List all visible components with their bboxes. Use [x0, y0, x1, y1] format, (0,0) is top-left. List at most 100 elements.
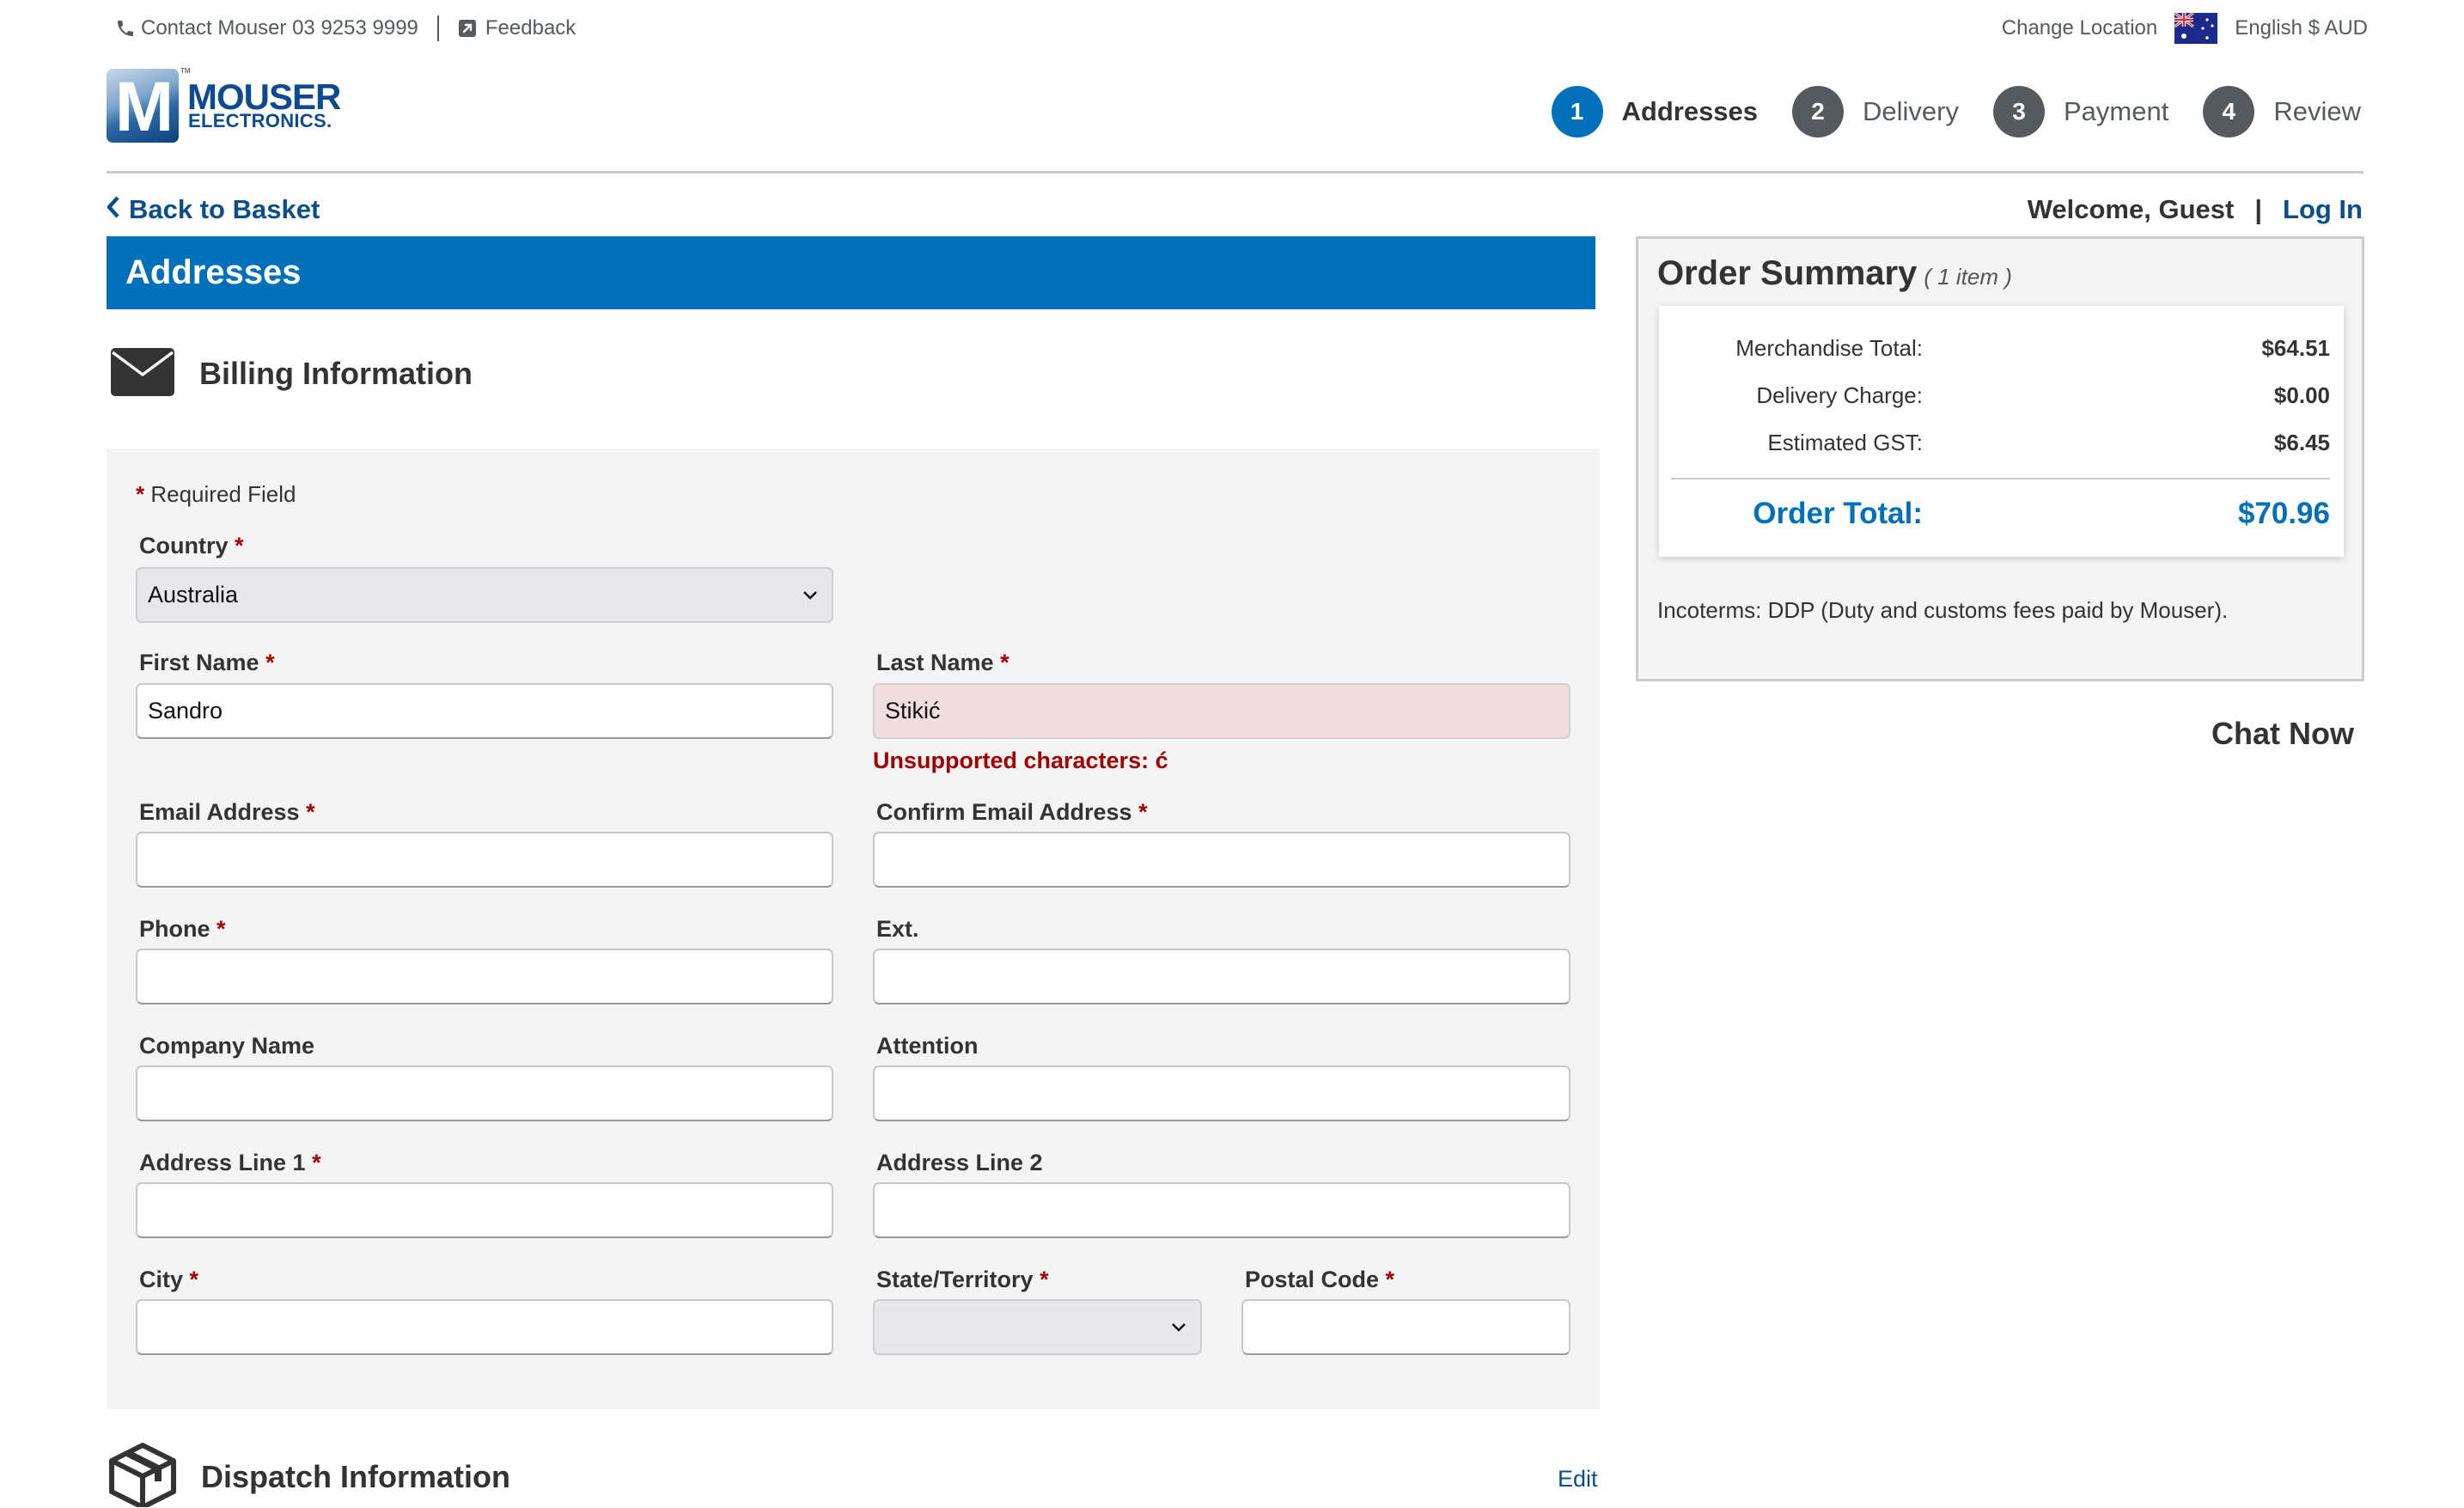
- summary-row-label: Merchandise Total:: [1735, 335, 1923, 361]
- logo-trademark: TM: [180, 67, 191, 75]
- welcome-area: Welcome, Guest | Log In: [2028, 194, 2363, 225]
- country-select[interactable]: Australia: [136, 567, 833, 623]
- postal-code-label: Postal Code *: [1245, 1267, 1394, 1293]
- billing-section-header: Billing Information: [110, 347, 473, 401]
- address-line-1-input[interactable]: [136, 1182, 833, 1238]
- required-marker: *: [1000, 650, 1009, 675]
- step-addresses: 1 Addresses: [1551, 86, 1759, 137]
- log-in-link[interactable]: Log In: [2283, 194, 2363, 225]
- logo-letter: M: [114, 69, 174, 143]
- order-total-value: $70.96: [2237, 497, 2330, 530]
- required-marker: *: [1385, 1267, 1395, 1292]
- summary-row-label: Estimated GST:: [1767, 430, 1923, 455]
- page-title-bar: Addresses: [107, 236, 1595, 309]
- change-location-link[interactable]: Change Location: [2002, 16, 2157, 40]
- required-marker: *: [217, 916, 226, 942]
- step-label: Payment: [2064, 96, 2169, 126]
- step-label: Delivery: [1863, 96, 1959, 126]
- order-summary-panel: Order Summary( 1 item ) Merchandise Tota…: [1636, 236, 2364, 681]
- required-marker: *: [136, 481, 145, 507]
- chevron-down-icon: [1169, 1318, 1188, 1337]
- step-number: 2: [1792, 86, 1845, 137]
- step-number: 3: [1993, 86, 2045, 137]
- utility-bar-left: Contact Mouser 03 9253 9999 Feedback: [115, 15, 576, 41]
- summary-row-label: Delivery Charge:: [1756, 382, 1923, 408]
- billing-title: Billing Information: [199, 356, 473, 391]
- summary-row-value: $0.00: [2273, 382, 2330, 408]
- confirm-email-input[interactable]: [873, 832, 1570, 888]
- step-delivery: 2 Delivery: [1792, 86, 1959, 137]
- step-label: Addresses: [1621, 96, 1759, 126]
- dispatch-section-header: Dispatch Information: [108, 1442, 511, 1508]
- country-label: Country *: [139, 533, 244, 559]
- step-number: 1: [1551, 86, 1603, 137]
- contact-mouser-link[interactable]: Contact Mouser 03 9253 9999: [141, 16, 418, 40]
- step-review: 4 Review: [2203, 86, 2361, 137]
- required-field-note: * Required Field: [136, 481, 296, 508]
- phone-label: Phone *: [139, 916, 226, 943]
- required-marker: *: [306, 799, 315, 825]
- label-text: City: [139, 1267, 184, 1292]
- step-payment: 3 Payment: [1993, 86, 2168, 137]
- summary-row-value: $64.51: [2261, 335, 2330, 361]
- last-name-label: Last Name *: [876, 650, 1009, 676]
- order-summary-heading: Order Summary: [1657, 254, 1918, 292]
- label-text: Country: [139, 533, 229, 559]
- required-marker: *: [1138, 799, 1148, 825]
- dispatch-title: Dispatch Information: [201, 1458, 511, 1494]
- last-name-error-message: Unsupported characters: ć: [873, 748, 1168, 773]
- label-text: Address Line 2: [876, 1150, 1043, 1175]
- label-text: Address Line 1: [139, 1150, 306, 1175]
- utility-bar-right: Change Location English $ AUD: [2002, 13, 2368, 44]
- required-note-text: Required Field: [150, 481, 296, 507]
- phone-input[interactable]: [136, 949, 833, 1004]
- required-marker: *: [189, 1267, 199, 1292]
- state-territory-select[interactable]: [873, 1299, 1202, 1355]
- label-text: Postal Code: [1245, 1267, 1380, 1292]
- order-total-label: Order Total:: [1753, 497, 1923, 530]
- label-text: Confirm Email Address: [876, 799, 1132, 825]
- required-marker: *: [235, 533, 244, 559]
- first-name-input[interactable]: [136, 683, 833, 739]
- city-input[interactable]: [136, 1299, 833, 1355]
- attention-input[interactable]: [873, 1065, 1570, 1121]
- label-text: Last Name: [876, 650, 994, 675]
- feedback-link[interactable]: Feedback: [485, 16, 576, 40]
- australia-flag-icon[interactable]: [2174, 13, 2218, 44]
- summary-row-gst: Estimated GST: $6.45: [1659, 430, 2344, 464]
- step-label: Review: [2273, 96, 2361, 126]
- chevron-down-icon: [801, 586, 820, 605]
- language-currency-link[interactable]: English $ AUD: [2235, 16, 2368, 40]
- summary-row-value: $6.45: [2273, 430, 2330, 455]
- back-to-basket-label: Back to Basket: [129, 194, 320, 224]
- required-marker: *: [265, 650, 275, 675]
- separator: |: [2254, 194, 2263, 224]
- summary-row-delivery: Delivery Charge: $0.00: [1659, 382, 2344, 417]
- chat-now-button[interactable]: Chat Now: [2211, 716, 2354, 752]
- address-line-1-label: Address Line 1 *: [139, 1150, 321, 1176]
- ext-input[interactable]: [873, 949, 1570, 1004]
- summary-row-order-total: Order Total: $70.96: [1659, 497, 2344, 531]
- feedback-icon: [458, 19, 477, 38]
- label-text: Company Name: [139, 1033, 315, 1059]
- city-label: City *: [139, 1267, 198, 1293]
- mouser-logo-mark[interactable]: M: [107, 69, 179, 143]
- confirm-email-label: Confirm Email Address *: [876, 799, 1148, 826]
- last-name-input[interactable]: [873, 683, 1570, 739]
- label-text: State/Territory: [876, 1267, 1034, 1292]
- company-name-label: Company Name: [139, 1033, 314, 1059]
- back-to-basket-link[interactable]: Back to Basket: [107, 194, 320, 225]
- summary-row-merchandise: Merchandise Total: $64.51: [1659, 335, 2344, 369]
- package-box-icon: [108, 1442, 177, 1508]
- envelope-icon: [110, 347, 175, 401]
- checkout-stepper: 1 Addresses 2 Delivery 3 Payment 4 Revie…: [1517, 86, 2361, 137]
- email-input[interactable]: [136, 832, 833, 888]
- first-name-label: First Name *: [139, 650, 275, 676]
- address-line-2-input[interactable]: [873, 1182, 1570, 1238]
- dispatch-edit-link[interactable]: Edit: [1558, 1466, 1598, 1493]
- company-name-input[interactable]: [136, 1065, 833, 1121]
- attention-label: Attention: [876, 1033, 978, 1059]
- incoterms-note: Incoterms: DDP (Duty and customs fees pa…: [1657, 597, 2229, 623]
- postal-code-input[interactable]: [1241, 1299, 1570, 1355]
- country-selected-value: Australia: [148, 582, 239, 607]
